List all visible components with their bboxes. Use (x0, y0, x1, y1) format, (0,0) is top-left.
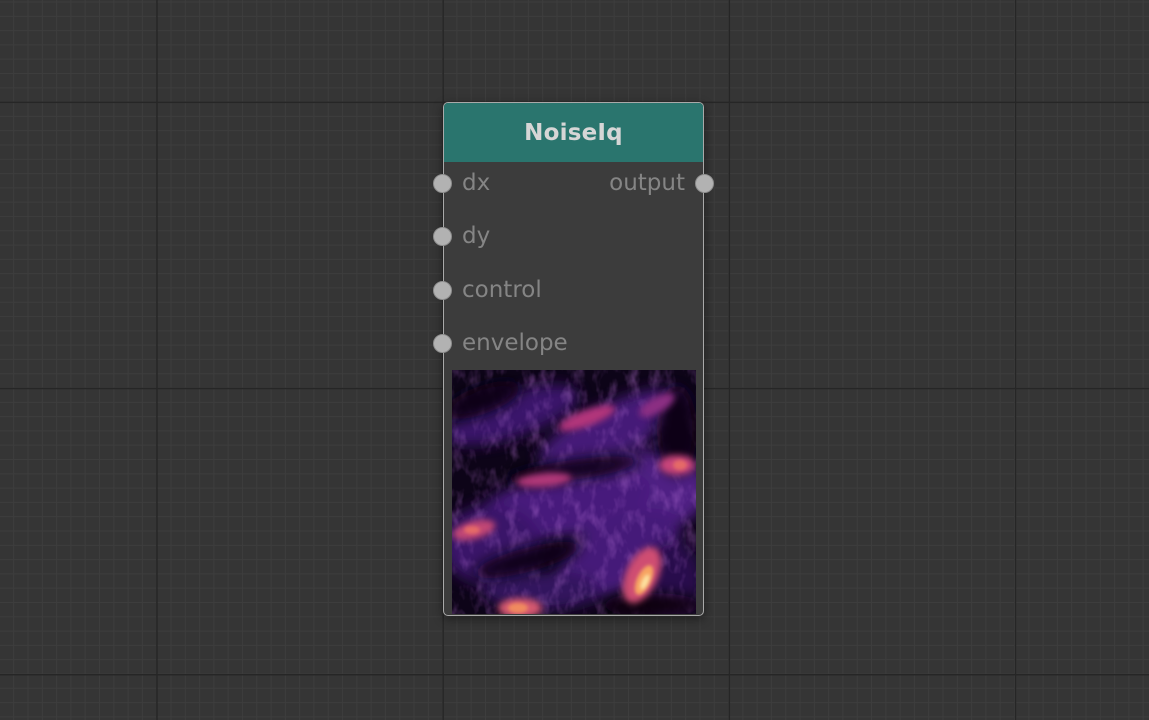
input-label-dy: dy (462, 223, 491, 249)
output-port-output[interactable] (695, 174, 714, 193)
input-label-envelope: envelope (462, 330, 568, 356)
output-label-output: output (609, 170, 685, 196)
input-port-envelope[interactable] (433, 334, 452, 353)
node-title: NoiseIq (524, 119, 623, 146)
input-port-dx[interactable] (433, 174, 452, 193)
node-noiseiq[interactable]: NoiseIq dx output dy control envelope (443, 102, 704, 616)
input-port-control[interactable] (433, 281, 452, 300)
input-port-dy[interactable] (433, 227, 452, 246)
input-label-control: control (462, 277, 542, 303)
node-header[interactable]: NoiseIq (444, 103, 703, 162)
noise-preview-image (452, 370, 696, 614)
input-label-dx: dx (462, 170, 491, 196)
